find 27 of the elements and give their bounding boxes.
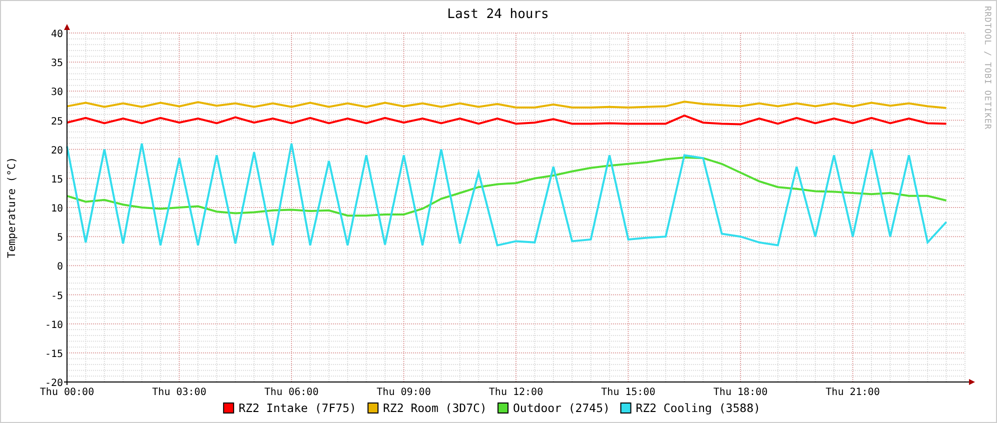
tick-label: Thu 12:00	[488, 387, 544, 398]
tick-label: 15	[50, 174, 63, 186]
tick-label: Thu 15:00	[601, 387, 656, 398]
tick-label: Thu 03:00	[152, 387, 206, 398]
chart-title: Last 24 hours	[447, 7, 549, 22]
legend-label: Outdoor (2745)	[513, 401, 610, 415]
tick-label: 5	[56, 232, 63, 244]
tick-label: Thu 18:00	[713, 387, 768, 398]
legend-label: RZ2 Intake (7F75)	[238, 401, 356, 415]
tick-label: 10	[50, 204, 63, 214]
credit-text: RRDTOOL / TOBI OETIKER	[982, 6, 992, 130]
legend-label: RZ2 Cooling (3588)	[636, 401, 760, 415]
tick-label: Thu 09:00	[376, 387, 431, 398]
tick-label: 20	[50, 145, 63, 156]
tick-label: 30	[50, 87, 63, 98]
tick-label: -5	[50, 290, 63, 302]
tick-label: 25	[50, 116, 63, 128]
tick-label: Thu 21:00	[826, 387, 880, 398]
tick-label: 0	[56, 262, 63, 273]
legend-label: RZ2 Room (3D7C)	[383, 401, 487, 415]
tick-label: 35	[50, 58, 63, 70]
tick-label: -10	[44, 320, 63, 331]
axis-label: Temperature (°C)	[6, 156, 18, 258]
tick-label: -15	[44, 348, 63, 360]
tick-label: Thu 00:00	[40, 387, 94, 398]
tick-label: Thu 06:00	[264, 387, 319, 398]
tick-label: 40	[50, 29, 63, 40]
